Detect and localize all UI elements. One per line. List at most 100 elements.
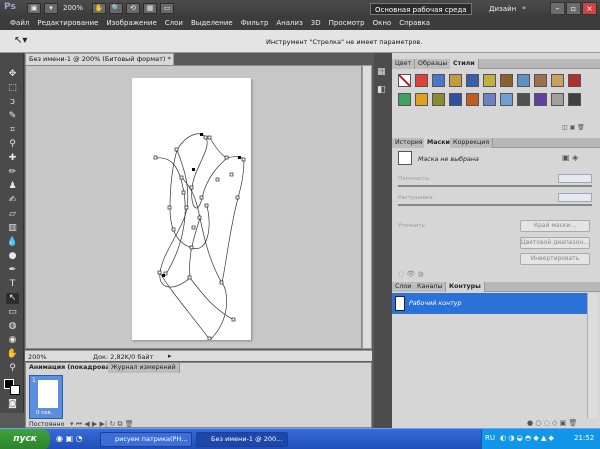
mask-add-icons[interactable]: ▣ ◈ [562, 153, 578, 162]
menu-window[interactable]: Окно [369, 17, 396, 30]
density-slider[interactable] [398, 185, 592, 187]
tab-paths[interactable]: Контуры [446, 282, 485, 292]
style-swatch[interactable] [432, 74, 445, 87]
start-button[interactable]: пуск [0, 429, 50, 449]
paths-scrollbar[interactable] [587, 293, 597, 418]
style-swatch[interactable] [415, 74, 428, 87]
gradient-tool-icon[interactable]: ▥ [6, 223, 19, 234]
path-selection-tool-icon[interactable]: ↖ [6, 293, 19, 304]
style-swatch[interactable] [449, 74, 462, 87]
style-swatch[interactable] [534, 93, 547, 106]
menu-view[interactable]: Просмотр [325, 17, 369, 30]
hand-tool-button[interactable]: ✋ [92, 3, 106, 14]
status-menu-arrow-icon[interactable]: ▸ [168, 352, 172, 360]
style-swatch[interactable] [551, 93, 564, 106]
swatches-dock-icon[interactable]: ▦ [377, 67, 386, 77]
background-color-swatch[interactable] [10, 385, 20, 395]
pen-tool-icon[interactable]: ✒ [6, 265, 19, 276]
hand-tool-icon[interactable]: ✋ [6, 349, 19, 360]
density-field[interactable] [558, 174, 592, 183]
menu-help[interactable]: Справка [395, 17, 434, 30]
color-range-button[interactable]: Цветовой диапазон... [520, 237, 590, 249]
tab-adjustments[interactable]: Коррекция [450, 138, 494, 148]
style-swatch[interactable] [415, 93, 428, 106]
tab-color[interactable]: Цвет [392, 59, 416, 69]
style-swatch[interactable] [483, 93, 496, 106]
bridge-button[interactable]: ▣ [27, 3, 41, 14]
style-swatch[interactable] [551, 74, 564, 87]
tab-measurement-log[interactable]: Журнал измерений [108, 363, 180, 373]
style-swatch[interactable] [517, 74, 530, 87]
style-swatch[interactable] [500, 74, 513, 87]
quicklaunch-icons[interactable]: ◉ ▣ ◔ [56, 434, 83, 443]
tab-animation[interactable]: Анимация (покадровая) [26, 363, 121, 373]
menu-3d[interactable]: 3D [307, 17, 325, 30]
styles-footer-icons[interactable]: ◫ ▣ 🗑 [562, 124, 585, 131]
style-swatch[interactable] [466, 93, 479, 106]
zoom-tool-icon[interactable]: ⚲ [6, 363, 19, 374]
paths-footer-icons[interactable]: ● ○ ◌ ◇ ▣ 🗑 [527, 419, 577, 427]
document-tab[interactable]: Без имени-1 @ 200% (Битовый формат) * × [25, 53, 174, 74]
quick-mask-icon[interactable]: ◙ [6, 399, 19, 410]
workspace-more-icon[interactable]: » [522, 4, 526, 12]
style-swatch[interactable] [398, 93, 411, 106]
style-swatch[interactable] [500, 93, 513, 106]
tab-history[interactable]: История [392, 138, 427, 148]
arrow-tool-preset-icon[interactable]: ↖▾ [14, 35, 27, 46]
zoom-tool-button[interactable]: 🔍 [109, 3, 123, 14]
document-canvas[interactable] [132, 78, 251, 341]
history-brush-tool-icon[interactable]: ✍ [6, 195, 19, 206]
view-extras-button[interactable]: ▾ [44, 3, 58, 14]
style-swatch[interactable] [534, 74, 547, 87]
3d-rotate-tool-icon[interactable]: ◍ [6, 321, 19, 332]
document-vertical-scrollbar[interactable] [362, 65, 372, 349]
minimize-button[interactable]: – [550, 2, 565, 15]
marquee-tool-icon[interactable]: ⬚ [6, 83, 19, 94]
mask-footer-icons[interactable]: ◌ 👁 ◍ [398, 270, 424, 278]
screen-mode-button[interactable]: ▭ [160, 3, 174, 14]
rotate-view-button[interactable]: ⟲ [126, 3, 140, 14]
menu-analysis[interactable]: Анализ [272, 17, 306, 30]
navigator-dock-icon[interactable]: ◧ [377, 85, 386, 95]
task-photoshop[interactable]: Без имени-1 @ 200... [196, 432, 288, 447]
animation-frame[interactable]: 1 0 сек. [29, 375, 63, 419]
tray-icons[interactable]: ◐ ◑ ◒ ◓ ◆ ▲ ◆ [500, 434, 554, 442]
menu-file[interactable]: Файл [6, 17, 33, 30]
status-zoom[interactable]: 200% [28, 353, 47, 361]
menu-layers[interactable]: Слои [161, 17, 187, 30]
lasso-tool-icon[interactable]: ↄ [6, 97, 19, 108]
shape-tool-icon[interactable]: ▭ [6, 307, 19, 318]
style-swatch[interactable] [398, 74, 411, 87]
frame-delay[interactable]: 0 сек. [36, 410, 53, 416]
quick-select-tool-icon[interactable]: ✎ [6, 111, 19, 122]
path-row-work-path[interactable]: Рабочий контур [392, 293, 587, 314]
stamp-tool-icon[interactable]: ♟ [6, 181, 19, 192]
brush-tool-icon[interactable]: ✏ [6, 167, 19, 178]
feather-field[interactable] [558, 193, 592, 202]
style-swatch[interactable] [568, 93, 581, 106]
type-tool-icon[interactable]: T [6, 279, 19, 290]
eyedropper-tool-icon[interactable]: ⚲ [6, 139, 19, 150]
style-swatch[interactable] [483, 74, 496, 87]
style-swatch[interactable] [466, 74, 479, 87]
eraser-tool-icon[interactable]: ▱ [6, 209, 19, 220]
dodge-tool-icon[interactable]: ● [6, 251, 19, 262]
tab-styles[interactable]: Стили [450, 59, 479, 69]
loop-option[interactable]: Постоянно [29, 421, 64, 428]
menu-select[interactable]: Выделение [187, 17, 237, 30]
style-swatch[interactable] [568, 74, 581, 87]
tab-channels[interactable]: Каналы [414, 282, 447, 292]
menu-edit[interactable]: Редактирование [33, 17, 102, 30]
style-swatch[interactable] [432, 93, 445, 106]
feather-slider[interactable] [398, 204, 592, 206]
move-tool-icon[interactable]: ✥ [6, 69, 19, 80]
menu-image[interactable]: Изображение [102, 17, 160, 30]
crop-tool-icon[interactable]: ⌗ [6, 125, 19, 136]
restore-button[interactable]: ▫ [566, 2, 581, 15]
style-swatch[interactable] [517, 93, 530, 106]
blur-tool-icon[interactable]: 💧 [6, 237, 19, 248]
task-chrome[interactable]: рисуем патрика(PH... [100, 432, 192, 447]
close-button[interactable]: × [582, 2, 597, 15]
arrange-documents-button[interactable]: ▦ [143, 3, 157, 14]
healing-tool-icon[interactable]: ✚ [6, 153, 19, 164]
